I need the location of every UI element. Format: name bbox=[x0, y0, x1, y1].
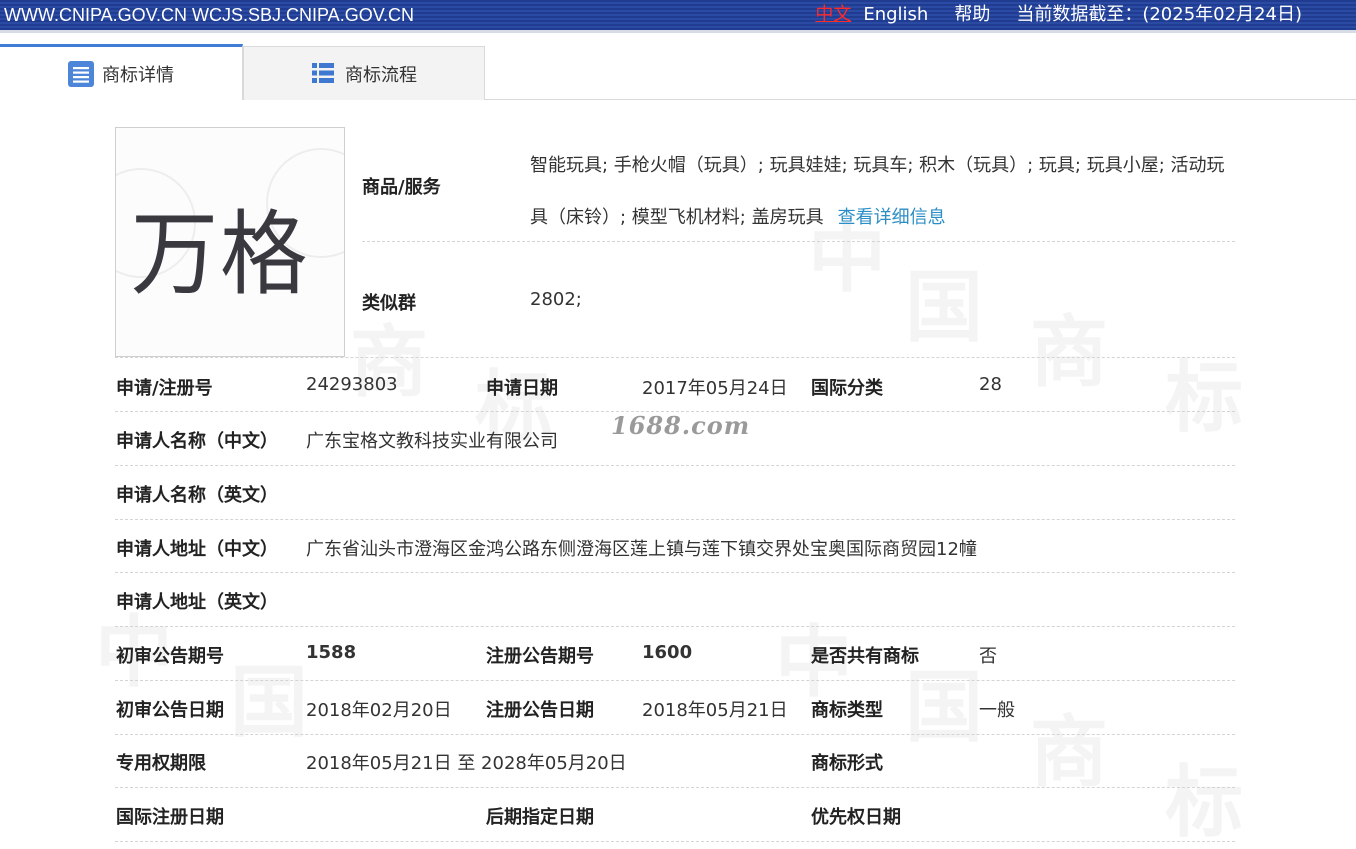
tab-divider bbox=[485, 99, 1356, 100]
similar-group-value: 2802; bbox=[530, 289, 582, 310]
address-en-label: 申请人地址（英文） bbox=[116, 592, 278, 613]
row-divider bbox=[115, 787, 1235, 788]
row-divider bbox=[115, 734, 1235, 735]
shared-value: 否 bbox=[979, 646, 997, 667]
similar-group-label: 类似群 bbox=[362, 293, 416, 314]
shared-label: 是否共有商标 bbox=[811, 646, 919, 667]
top-bar-shadow bbox=[0, 30, 1356, 33]
row-divider bbox=[115, 519, 1235, 520]
later-date-label: 后期指定日期 bbox=[486, 807, 594, 828]
row-divider bbox=[115, 357, 1235, 358]
tm-type-label: 商标类型 bbox=[811, 700, 883, 721]
intl-class-label: 国际分类 bbox=[811, 378, 883, 399]
priority-date-label: 优先权日期 bbox=[811, 807, 901, 828]
tabs: 商标详情 商标流程 bbox=[0, 44, 1356, 100]
data-date: 当前数据截至：(2025年02月24日) bbox=[1016, 4, 1302, 25]
goods-label: 商品/服务 bbox=[362, 177, 441, 198]
reg-no-value: 24293803 bbox=[306, 374, 398, 395]
reg-date-value: 2018年05月21日 bbox=[642, 700, 788, 721]
top-bar-right: 中文 English 帮助 当前数据截至：(2025年02月24日) bbox=[815, 0, 1302, 30]
tab-trademark-detail[interactable]: 商标详情 bbox=[0, 44, 243, 100]
tm-form-label: 商标形式 bbox=[811, 753, 883, 774]
lang-chinese-link[interactable]: 中文 bbox=[815, 0, 851, 30]
help-link[interactable]: 帮助 bbox=[954, 0, 990, 30]
prelim-issue-label: 初审公告期号 bbox=[116, 646, 224, 667]
tab-trademark-flow[interactable]: 商标流程 bbox=[243, 46, 485, 100]
row-divider bbox=[115, 572, 1235, 573]
row-divider bbox=[115, 626, 1235, 627]
reg-issue-value: 1600 bbox=[642, 642, 693, 663]
tab-label: 商标流程 bbox=[345, 64, 417, 86]
intl-reg-date-label: 国际注册日期 bbox=[116, 807, 224, 828]
trademark-mark: 万格 bbox=[130, 201, 310, 308]
top-bar: WWW.CNIPA.GOV.CN WCJS.SBJ.CNIPA.GOV.CN 中… bbox=[0, 0, 1356, 30]
view-details-link[interactable]: 查看详细信息 bbox=[838, 207, 946, 228]
list-detail-icon bbox=[68, 60, 94, 87]
reg-date-label: 注册公告日期 bbox=[486, 700, 594, 721]
reg-no-label: 申请/注册号 bbox=[116, 378, 213, 399]
row-divider bbox=[115, 680, 1235, 681]
prelim-date-label: 初审公告日期 bbox=[116, 700, 224, 721]
overlay-watermark-text: 1688.com bbox=[611, 411, 751, 440]
valid-period-label: 专用权期限 bbox=[116, 753, 206, 774]
apply-date-label: 申请日期 bbox=[486, 378, 558, 399]
tab-label: 商标详情 bbox=[102, 64, 174, 86]
site-urls: WWW.CNIPA.GOV.CN WCJS.SBJ.CNIPA.GOV.CN bbox=[4, 5, 415, 25]
reg-issue-label: 注册公告期号 bbox=[486, 646, 594, 667]
address-cn-label: 申请人地址（中文） bbox=[116, 539, 278, 560]
intl-class-value: 28 bbox=[979, 374, 1002, 395]
list-flow-icon bbox=[311, 61, 337, 87]
tm-type-value: 一般 bbox=[979, 700, 1015, 721]
prelim-date-value: 2018年02月20日 bbox=[306, 700, 452, 721]
applicant-en-label: 申请人名称（英文） bbox=[116, 485, 278, 506]
applicant-cn-value: 广东宝格文教科技实业有限公司 bbox=[306, 431, 558, 452]
applicant-cn-label: 申请人名称（中文） bbox=[116, 431, 278, 452]
address-cn-value: 广东省汕头市澄海区金鸿公路东侧澄海区莲上镇与莲下镇交界处宝奥国际商贸园12幢 bbox=[306, 539, 977, 560]
trademark-image: 万格 bbox=[115, 127, 345, 357]
valid-period-value: 2018年05月21日 至 2028年05月20日 bbox=[306, 753, 627, 774]
apply-date-value: 2017年05月24日 bbox=[642, 378, 788, 399]
row-divider bbox=[115, 465, 1235, 466]
row-divider bbox=[362, 241, 1235, 242]
row-divider bbox=[115, 841, 1235, 842]
goods-value: 智能玩具; 手枪火帽（玩具）; 玩具娃娃; 玩具车; 积木（玩具）; 玩具; 玩… bbox=[530, 140, 1235, 244]
prelim-issue-value: 1588 bbox=[306, 642, 357, 663]
lang-english-link[interactable]: English bbox=[863, 0, 928, 30]
